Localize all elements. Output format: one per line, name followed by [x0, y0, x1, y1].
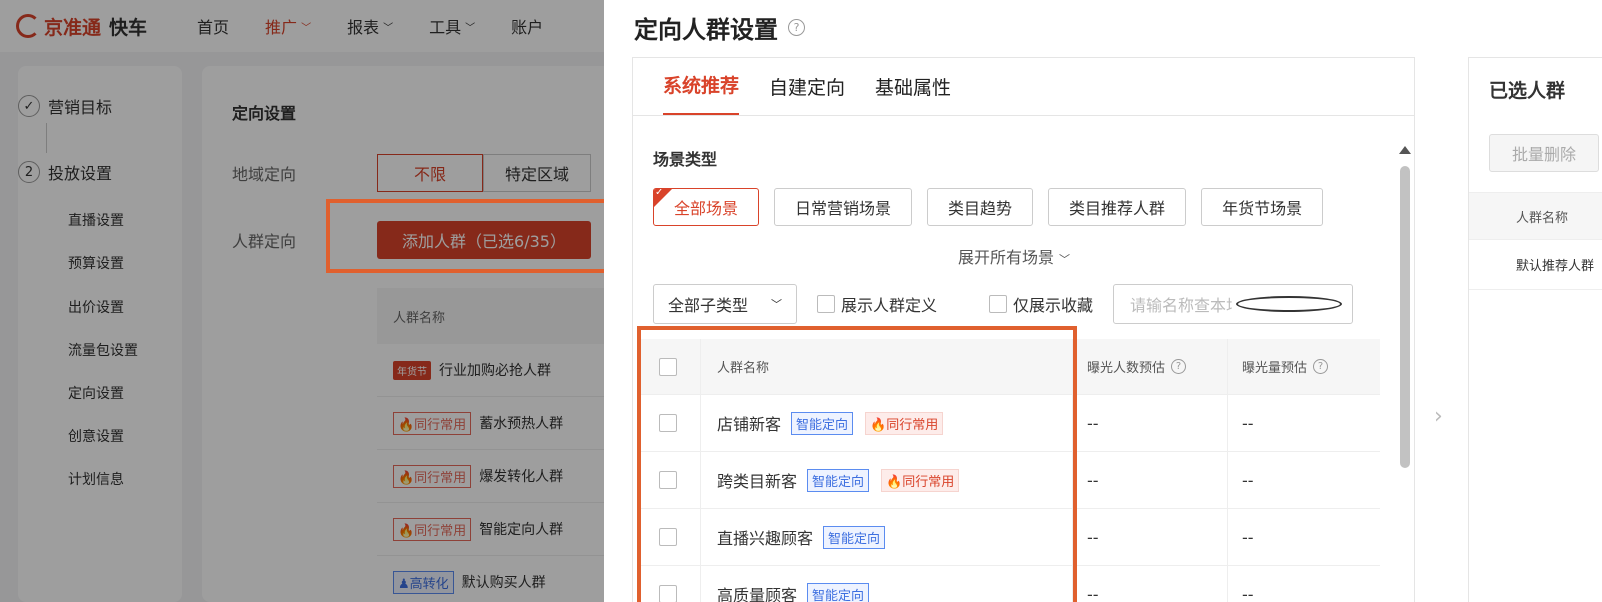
smart-targeting-tag: 智能定向: [807, 582, 870, 602]
smart-targeting-tag: 智能定向: [823, 525, 886, 549]
selected-table-header: 人群名称: [1469, 192, 1602, 240]
audience-name: 店铺新客: [717, 415, 782, 434]
audience-drawer: 定向人群设置 ? 系统推荐 自建定向 基础属性 场景类型 ✓ 全部场景 日常营销…: [604, 0, 1602, 602]
tab-basic-attributes[interactable]: 基础属性: [875, 73, 951, 115]
row-checkbox[interactable]: [658, 414, 677, 432]
drawer-title: 定向人群设置 ?: [634, 10, 805, 45]
scene-all-button[interactable]: ✓ 全部场景: [653, 188, 760, 226]
row-checkbox[interactable]: [658, 528, 677, 546]
tab-bar: 系统推荐 自建定向 基础属性: [633, 58, 1414, 116]
audience-name: 跨类目新客: [717, 472, 798, 491]
checkbox[interactable]: [989, 295, 1008, 313]
subtype-select[interactable]: 全部子类型 ﹀: [653, 284, 797, 324]
favorites-only-toggle[interactable]: 仅展示收藏: [989, 292, 1093, 316]
expand-scenes-link[interactable]: 展开所有场景 ﹀: [633, 244, 1395, 268]
table-row[interactable]: 跨类目新客 智能定向 🔥同行常用 -- --: [641, 452, 1380, 509]
exposure-people-value: --: [1073, 452, 1228, 508]
tab-custom-targeting[interactable]: 自建定向: [769, 73, 845, 115]
exposure-count-value: --: [1242, 470, 1254, 490]
smart-targeting-tag: 智能定向: [791, 411, 854, 435]
exposure-count-value: --: [1242, 527, 1254, 547]
scene-new-year-button[interactable]: 年货节场景: [1201, 188, 1324, 226]
scroll-thumb[interactable]: [1400, 166, 1410, 468]
tab-system-recommend[interactable]: 系统推荐: [663, 71, 740, 115]
filter-bar: 全部子类型 ﹀ 展示人群定义 仅展示收藏 请输名称查本场景下人群: [653, 284, 1354, 324]
selected-audience-card: 已选人群 批量删除 人群名称 默认推荐人群: [1468, 57, 1602, 602]
highlight-box-add-button: [326, 199, 616, 273]
show-definition-toggle[interactable]: 展示人群定义: [817, 292, 937, 316]
audience-name: 直播兴趣顾客: [717, 529, 814, 548]
exposure-people-value: --: [1073, 395, 1228, 451]
smart-targeting-tag: 智能定向: [807, 468, 870, 492]
row-checkbox[interactable]: [658, 471, 677, 489]
column-exposure-count: 曝光量预估?: [1228, 339, 1380, 394]
scene-daily-button[interactable]: 日常营销场景: [774, 188, 913, 226]
audience-list-table: 人群名称 曝光人数预估? 曝光量预估? 店铺新客 智能定向 🔥同行常用 -- -- …: [641, 339, 1380, 602]
scene-category-trend-button[interactable]: 类目趋势: [927, 188, 1034, 226]
row-checkbox[interactable]: [658, 585, 677, 602]
table-header: 人群名称 曝光人数预估? 曝光量预估?: [641, 339, 1380, 395]
audience-name: 高质量顾客: [717, 586, 798, 602]
chevron-down-icon: ﹀: [771, 298, 782, 311]
scene-buttons: ✓ 全部场景 日常营销场景 类目趋势 类目推荐人群 年货节场景: [653, 188, 1338, 226]
exposure-count-value: --: [1242, 584, 1254, 602]
fire-icon: 🔥: [886, 474, 903, 490]
chevron-right-icon[interactable]: ›: [1434, 404, 1443, 429]
batch-delete-button[interactable]: 批量删除: [1489, 134, 1599, 172]
audience-selector-card: 系统推荐 自建定向 基础属性 场景类型 ✓ 全部场景 日常营销场景 类目趋势 类…: [632, 57, 1415, 602]
column-name: 人群名称: [701, 339, 1073, 394]
exposure-people-value: --: [1073, 566, 1228, 602]
table-row[interactable]: 店铺新客 智能定向 🔥同行常用 -- --: [641, 395, 1380, 452]
selected-row: 默认推荐人群: [1469, 240, 1602, 290]
scene-category-recommend-button[interactable]: 类目推荐人群: [1048, 188, 1187, 226]
select-all-checkbox[interactable]: [658, 357, 677, 376]
search-icon[interactable]: [1236, 296, 1343, 312]
exposure-people-value: --: [1073, 509, 1228, 565]
table-row[interactable]: 高质量顾客 智能定向 -- --: [641, 566, 1380, 602]
modal-overlay[interactable]: [0, 0, 604, 602]
help-icon[interactable]: ?: [1313, 359, 1329, 374]
search-input[interactable]: 请输名称查本场景下人群: [1113, 284, 1354, 324]
column-exposure-people: 曝光人数预估?: [1073, 339, 1228, 394]
exposure-count-value: --: [1242, 413, 1254, 433]
scroll-up-arrow-icon[interactable]: [1399, 146, 1411, 154]
scrollbar[interactable]: [1396, 146, 1414, 602]
scene-type-label: 场景类型: [653, 150, 718, 169]
help-icon[interactable]: ?: [788, 19, 805, 36]
chevron-down-icon: ﹀: [1059, 253, 1071, 266]
selected-title: 已选人群: [1489, 80, 1566, 102]
help-icon[interactable]: ?: [1171, 359, 1187, 374]
hot-tag: 🔥同行常用: [881, 468, 960, 492]
check-icon: ✓: [655, 188, 664, 198]
hot-tag: 🔥同行常用: [865, 411, 944, 435]
fire-icon: 🔥: [870, 417, 887, 433]
table-row[interactable]: 直播兴趣顾客 智能定向 -- --: [641, 509, 1380, 566]
checkbox[interactable]: [817, 295, 835, 313]
